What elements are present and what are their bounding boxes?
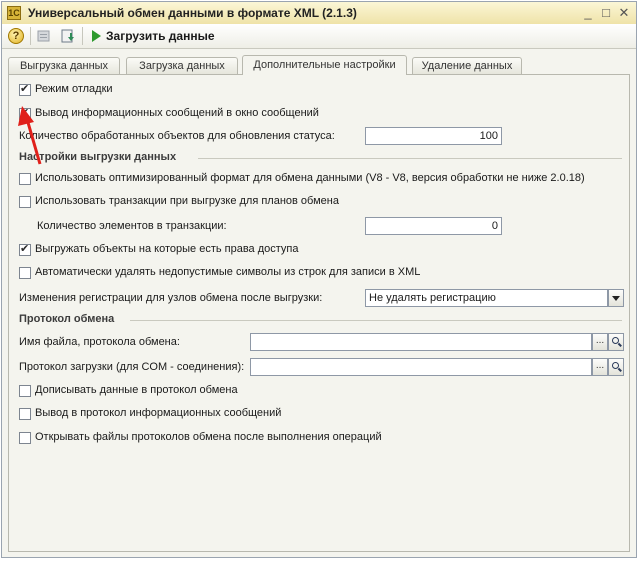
toolbar-separator xyxy=(82,27,83,45)
load-data-label: Загрузить данные xyxy=(106,29,215,43)
tab-import[interactable]: Загрузка данных xyxy=(126,57,238,74)
maximize-button[interactable]: □ xyxy=(598,5,614,20)
magnifier-handle xyxy=(618,342,622,347)
section-divider xyxy=(130,320,622,321)
main-window: 1С Универсальный обмен данными в формате… xyxy=(1,1,637,558)
close-button[interactable]: ✕ xyxy=(616,5,632,20)
export-settings-header: Настройки выгрузки данных xyxy=(19,151,177,163)
registration-dropdown-button[interactable] xyxy=(608,289,624,307)
open-settings-icon[interactable] xyxy=(36,28,52,44)
debug-mode-label: Режим отладки xyxy=(35,83,113,95)
info-messages-label: Вывод в протокол информационных сообщени… xyxy=(35,407,282,419)
protocol-file-field[interactable] xyxy=(250,333,592,351)
protocol-file-open-button[interactable] xyxy=(608,333,624,351)
toolbar: ? Загрузить данные xyxy=(2,24,636,49)
open-files-checkbox[interactable] xyxy=(19,432,31,444)
messages-window-label: Вывод информационных сообщений в окно со… xyxy=(35,107,319,119)
protocol-header: Протокол обмена xyxy=(19,313,115,325)
use-transactions-label: Использовать транзакции при выгрузке для… xyxy=(35,195,339,207)
load-data-button[interactable]: Загрузить данные xyxy=(92,26,215,46)
auto-remove-symbols-checkbox[interactable] xyxy=(19,267,31,279)
transaction-count-label: Количество элементов в транзакции: xyxy=(37,220,227,232)
section-divider xyxy=(198,158,622,159)
messages-window-checkbox[interactable] xyxy=(19,106,31,120)
app-1c-icon: 1С xyxy=(7,6,21,20)
open-files-label: Открывать файлы протоколов обмена после … xyxy=(35,431,382,443)
debug-mode-checkbox[interactable] xyxy=(19,82,31,96)
minimize-button[interactable]: _ xyxy=(580,5,596,20)
window-title: Универсальный обмен данными в формате XM… xyxy=(28,6,357,20)
optimized-format-label: Использовать оптимизированный формат для… xyxy=(35,172,585,184)
tab-delete-data[interactable]: Удаление данных xyxy=(412,57,522,74)
help-icon[interactable]: ? xyxy=(8,28,24,44)
protocol-file-browse-button[interactable]: ... xyxy=(592,333,608,351)
play-icon xyxy=(92,30,101,42)
export-with-rights-label: Выгружать объекты на которые есть права … xyxy=(35,243,299,255)
load-protocol-open-button[interactable] xyxy=(608,358,624,376)
title-bar[interactable]: 1С Универсальный обмен данными в формате… xyxy=(2,2,636,25)
load-protocol-field[interactable] xyxy=(250,358,592,376)
transaction-count-field[interactable]: 0 xyxy=(365,217,502,235)
tab-additional-settings[interactable]: Дополнительные настройки xyxy=(242,55,407,75)
optimized-format-checkbox[interactable] xyxy=(19,173,31,185)
toolbar-separator xyxy=(30,27,31,45)
load-protocol-label: Протокол загрузки (для COM - соединения)… xyxy=(19,361,245,373)
export-with-rights-checkbox[interactable] xyxy=(19,242,31,256)
load-protocol-browse-button[interactable]: ... xyxy=(592,358,608,376)
chevron-down-icon xyxy=(612,296,620,301)
append-data-label: Дописывать данные в протокол обмена xyxy=(35,384,238,396)
info-messages-checkbox[interactable] xyxy=(19,408,31,420)
save-settings-icon[interactable] xyxy=(60,28,76,44)
registration-changes-select[interactable]: Не удалять регистрацию xyxy=(365,289,608,307)
magnifier-handle xyxy=(618,367,622,372)
registration-changes-label: Изменения регистрации для узлов обмена п… xyxy=(19,292,323,304)
protocol-file-label: Имя файла, протокола обмена: xyxy=(19,336,180,348)
auto-remove-symbols-label: Автоматически удалять недопустимые симво… xyxy=(35,266,421,278)
tab-export[interactable]: Выгрузка данных xyxy=(8,57,120,74)
append-data-checkbox[interactable] xyxy=(19,385,31,397)
use-transactions-checkbox[interactable] xyxy=(19,196,31,208)
objects-count-label: Количество обработанных объектов для обн… xyxy=(19,130,335,142)
objects-count-field[interactable]: 100 xyxy=(365,127,502,145)
